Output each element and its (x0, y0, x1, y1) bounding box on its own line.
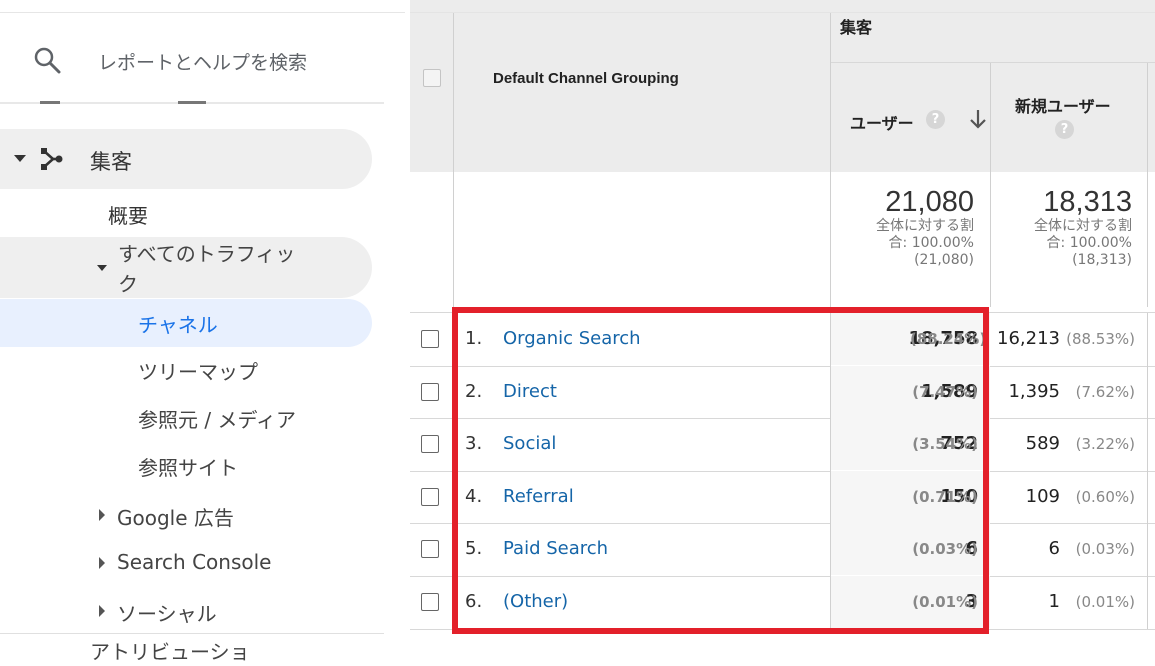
sidebar-item-label: 集客 (90, 150, 132, 174)
metric-group-header: 集客 (840, 18, 873, 37)
sidebar-item-referrals[interactable]: 参照サイト (138, 452, 238, 481)
search-icon (34, 47, 61, 74)
users-total-pct: 合: 100.00% (888, 235, 974, 251)
caret-right-icon (99, 557, 105, 569)
caret-down-icon (14, 155, 26, 162)
sidebar-item-attribution[interactable]: アトリビューショ (90, 636, 250, 665)
new-users-total-pct: 合: 100.00% (1046, 235, 1132, 251)
new-users-percent: (0.01%) (1075, 593, 1135, 611)
divider (1147, 313, 1148, 629)
divider (1147, 62, 1148, 307)
row-checkbox[interactable] (421, 593, 439, 611)
users-total-pct: 全体に対する割 (876, 218, 974, 234)
sidebar-item-label: Google 広告 (117, 506, 234, 530)
sidebar-item-search-console[interactable]: Search Console (0, 542, 380, 586)
new-users-value: 1 (1048, 591, 1060, 612)
users-total: 21,080 全体に対する割 合: 100.00% (21,080) (840, 186, 974, 269)
new-users-value: 109 (1025, 485, 1060, 507)
new-users-percent: (88.53%) (1066, 330, 1135, 348)
row-checkbox[interactable] (421, 487, 439, 506)
scroll-fragment (40, 101, 60, 104)
sort-descending-icon[interactable] (969, 108, 987, 130)
scroll-fragment (178, 101, 206, 104)
divider (0, 633, 384, 634)
users-column-header[interactable]: ユーザー (850, 110, 914, 134)
sidebar-item-acquisition[interactable]: 集客 (0, 129, 372, 189)
divider (831, 62, 1155, 63)
row-checkbox[interactable] (421, 435, 439, 454)
help-icon[interactable]: ? (1055, 120, 1074, 139)
search-placeholder: レポートとヘルプを検索 (98, 52, 308, 74)
sidebar-item-label: ソーシャル (117, 602, 217, 626)
sidebar-item-all-traffic[interactable]: すべてのトラフィック (0, 237, 372, 298)
new-users-value: 589 (1025, 433, 1060, 455)
new-users-total-value: 18,313 (1043, 186, 1132, 218)
sidebar-item-source-medium[interactable]: 参照元 / メディア (138, 404, 296, 433)
row-checkbox[interactable] (421, 330, 439, 348)
sidebar-item-social[interactable]: ソーシャル (0, 590, 380, 634)
caret-down-icon (97, 265, 107, 271)
divider (0, 12, 405, 13)
dimension-header[interactable]: Default Channel Grouping (493, 70, 679, 87)
select-all-checkbox[interactable] (423, 69, 441, 87)
new-users-percent: (7.62%) (1075, 382, 1135, 401)
new-users-percent: (3.22%) (1075, 435, 1135, 454)
sidebar-item-label: チャネル (138, 313, 218, 337)
sidebar-item-treemaps[interactable]: ツリーマップ (138, 356, 258, 385)
users-total-value: 21,080 (885, 186, 974, 218)
sidebar-item-label: すべてのトラフィック (118, 242, 296, 296)
new-users-value: 16,213 (997, 328, 1060, 349)
new-users-value: 6 (1048, 538, 1060, 560)
new-users-total-pct: 全体に対する割 (1034, 218, 1132, 234)
new-users-total: 18,313 全体に対する割 合: 100.00% (18,313) (998, 186, 1132, 269)
row-checkbox[interactable] (421, 382, 439, 401)
new-users-percent: (0.03%) (1075, 540, 1135, 559)
sidebar-item-label: Search Console (117, 550, 272, 574)
divider (410, 12, 1155, 13)
new-users-value: 1,395 (1008, 380, 1060, 402)
sidebar-nav: レポートとヘルプを検索 集客 概要 すべてのトラフィック チャネル ツリーマップ… (0, 0, 405, 666)
acquisition-icon (41, 148, 63, 170)
sidebar-item-google-ads[interactable]: Google 広告 (0, 494, 380, 538)
new-users-column-header[interactable]: 新規ユーザー (1015, 93, 1111, 117)
users-total-pct: (21,080) (914, 252, 974, 268)
divider (830, 12, 831, 307)
new-users-percent: (0.60%) (1075, 487, 1135, 506)
highlight-box (452, 307, 989, 634)
sidebar-item-channels[interactable]: チャネル (0, 299, 372, 347)
sidebar-item-overview[interactable]: 概要 (108, 200, 148, 229)
help-icon[interactable]: ? (926, 110, 945, 129)
caret-right-icon (99, 605, 105, 617)
row-checkbox[interactable] (421, 540, 439, 559)
caret-right-icon (99, 509, 105, 521)
report-search[interactable]: レポートとヘルプを検索 (0, 26, 384, 96)
divider (453, 12, 454, 307)
report-table: Default Channel Grouping 集客 ユーザー ? 新規ユーザ… (410, 0, 1155, 666)
divider (990, 62, 991, 307)
new-users-total-pct: (18,313) (1072, 252, 1132, 268)
